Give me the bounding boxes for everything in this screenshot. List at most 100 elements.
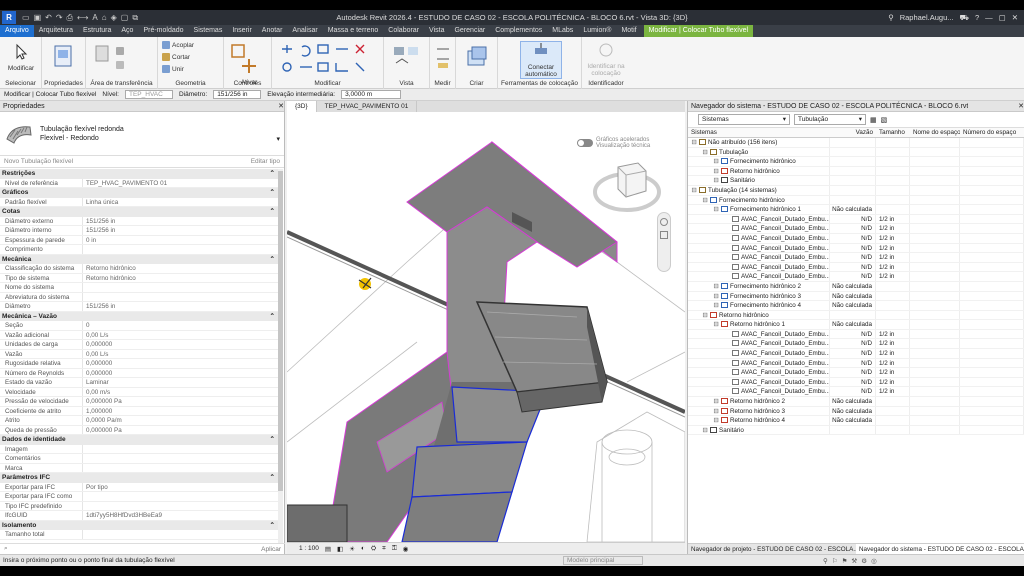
accelerated-graphics-toggle[interactable]: Gráficos acelerados Visualização técnica [577,137,650,149]
model-selector[interactable]: Modelo principal [563,556,643,565]
undo-icon[interactable]: ↶ [45,13,52,23]
paste-icon[interactable] [94,43,110,63]
system-tree-row[interactable]: AVAC_Fancoil_Dutado_Embu... N/D 1/2 in [688,233,1024,244]
tab-3d[interactable]: {3D} [287,101,317,112]
expand-toggle-icon[interactable]: ⊟ [713,205,719,214]
system-tree-row[interactable]: AVAC_Fancoil_Dutado_Embu... N/D 1/2 in [688,368,1024,378]
expand-toggle-icon[interactable]: ⊟ [702,148,708,157]
expand-toggle-icon[interactable]: ⊟ [713,397,719,406]
close-icon[interactable]: ✕ [1018,101,1024,111]
property-section[interactable]: Restrições ⌃ [0,169,279,179]
tab-inserir[interactable]: Inserir [227,25,256,37]
cart-icon[interactable]: ⛟ [960,13,969,23]
expand-toggle-icon[interactable]: ⊟ [713,282,719,291]
system-tree-row[interactable]: ⊟ Retorno hidrônico 2 Não calculada [688,397,1024,407]
type-selector[interactable]: Tubulação flexível redonda Flexível - Re… [0,112,284,156]
tab-pre-moldado[interactable]: Pré-moldado [138,25,188,37]
tab-lumion[interactable]: Lumion® [578,25,616,37]
system-tree-row[interactable]: ⊟ Retorno hidrônico 4 Não calculada [688,416,1024,426]
tab-system-browser[interactable]: Navegador do sistema - ESTUDO DE CASO 02… [856,544,1024,554]
create-icon[interactable] [466,45,490,69]
discipline-filter-select[interactable]: Tubulação ▾ [794,114,866,125]
system-tree-row[interactable]: AVAC_Fancoil_Dutado_Embu... N/D 1/2 in [688,329,1024,340]
system-tree-row[interactable]: AVAC_Fancoil_Dutado_Embu... N/D 1/2 in [688,339,1024,350]
tab-motif[interactable]: Motif [616,25,641,37]
system-tree-row[interactable]: ⊟ Tubulação [688,147,1024,158]
system-tree-row[interactable]: AVAC_Fancoil_Dutado_Embu... N/D 1/2 in [688,349,1024,359]
copy-button[interactable] [116,47,124,55]
system-tree-row[interactable]: ⊟ Sanitário [688,176,1024,186]
collapse-icon[interactable]: ⌃ [270,312,275,322]
property-section[interactable]: Cotas ⌃ [0,207,279,217]
modify-button[interactable]: Modificar [4,43,38,72]
identify-button[interactable]: Identificar na colocação [586,41,626,77]
collapse-icon[interactable]: ⌃ [270,521,275,531]
cut-small-button[interactable] [116,61,124,69]
user-name[interactable]: Raphael.Augu... [900,13,954,22]
help-icon[interactable]: ? [975,13,979,22]
tab-sistemas[interactable]: Sistemas [189,25,228,37]
collapse-icon[interactable]: ⌃ [270,207,275,217]
collapse-icon[interactable]: ⌃ [270,435,275,445]
toggle-switch[interactable] [577,139,593,147]
selection-filter-icons[interactable]: ⚲⚐⚑⚒⚙◎ [823,557,881,565]
collapse-icon[interactable]: ⌃ [270,473,275,483]
system-tree-row[interactable]: ⊟ Fornecimento hidrônico 1 Não calculada [688,205,1024,215]
expand-toggle-icon[interactable]: ⊟ [713,320,719,329]
tab-anotar[interactable]: Anotar [257,25,288,37]
switch-window-icon[interactable]: ⧉ [132,13,138,23]
binoculars-icon[interactable]: ⚲ [888,13,894,22]
edit-type-button[interactable]: Editar tipo [251,158,280,165]
shadows-icon[interactable]: ◐ [361,545,365,552]
system-tree-row[interactable]: AVAC_Fancoil_Dutado_Embu... N/D 1/2 in [688,214,1024,225]
system-tree-row[interactable]: AVAC_Fancoil_Dutado_Embu... N/D 1/2 in [688,262,1024,273]
column-settings-icon[interactable]: ▦ [870,116,877,124]
expand-toggle-icon[interactable]: ⊟ [713,416,719,425]
crop-icon[interactable]: ⌗ [382,545,386,553]
expand-toggle-icon[interactable]: ⊟ [702,311,708,320]
system-tree-row[interactable]: ⊟ Não atribuído (156 itens) [688,138,1024,148]
tab-arquitetura[interactable]: Arquitetura [34,25,78,37]
system-tree-row[interactable]: ⊟ Retorno hidrônico 1 Não calculada [688,320,1024,330]
3d-viewport[interactable]: Gráficos acelerados Visualização técnica [287,112,685,542]
tab-aco[interactable]: Aço [116,25,138,37]
level-select[interactable]: TEP_HVAC [125,90,173,99]
property-section[interactable]: Isolamento ⌃ [0,520,279,531]
close-icon[interactable]: ✕ [278,101,284,111]
system-tree-row[interactable]: AVAC_Fancoil_Dutado_Embu... N/D 1/2 in [688,243,1024,254]
system-tree-row[interactable]: ⊟ Fornecimento hidrônico [688,157,1024,167]
text-icon[interactable]: A [92,13,97,23]
properties-icon[interactable] [54,45,72,67]
property-section[interactable]: Dados de identidade ⌃ [0,435,279,445]
sun-path-icon[interactable]: ☀ [349,545,355,553]
apply-button[interactable]: Aplicar [261,546,281,553]
viewcube-icon[interactable] [592,157,662,217]
visual-style-icon[interactable]: ◧ [337,545,343,553]
system-tree-row[interactable]: AVAC_Fancoil_Dutado_Embu... N/D 1/2 in [688,253,1024,263]
join-button[interactable]: Unir [162,65,184,73]
modify-tools-icons[interactable] [278,43,378,77]
render-icon[interactable]: ⛭ [371,545,376,553]
view-tools-icon[interactable] [392,45,422,71]
navigation-bar[interactable] [657,212,671,272]
expand-toggle-icon[interactable]: ⊟ [691,186,697,195]
elevation-input[interactable]: 3,0000 m [341,90,402,99]
system-tree-row[interactable]: ⊟ Retorno hidrônico 3 Não calculada [688,406,1024,417]
system-tree-row[interactable]: AVAC_Fancoil_Dutado_Embu... N/D 1/2 in [688,272,1024,282]
property-section[interactable]: Gráficos ⌃ [0,188,279,198]
expand-toggle-icon[interactable]: ⊟ [713,292,719,301]
open-icon[interactable]: ▭ [22,13,30,23]
instance-filter-select[interactable]: Novo Tubulação flexível [4,158,73,165]
properties-scrollbar[interactable] [278,169,283,544]
auto-connect-button[interactable]: Conectar automático [520,41,562,79]
system-tree-row[interactable]: ⊟ Tubulação (14 sistemas) [688,185,1024,196]
system-tree-row[interactable]: ⊟ Fornecimento hidrônico [688,195,1024,206]
tab-colaborar[interactable]: Colaborar [383,25,424,37]
help-link[interactable]: ⌕ [4,545,8,553]
scale-label[interactable]: 1 : 100 [299,545,319,552]
system-tree-row[interactable]: AVAC_Fancoil_Dutado_Embu... N/D 1/2 in [688,224,1024,234]
save-icon[interactable]: ▣ [34,13,42,23]
tab-project-browser[interactable]: Navegador de projeto - ESTUDO DE CASO 02… [688,544,856,554]
system-tree-row[interactable]: ⊟ Retorno hidrônico [688,166,1024,177]
maximize-icon[interactable]: ▢ [999,13,1006,22]
